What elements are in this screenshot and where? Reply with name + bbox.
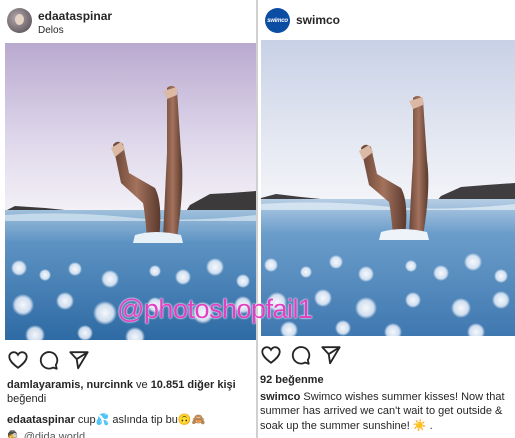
liked-by-users[interactable]: damlayaramis, nurcinnk bbox=[7, 379, 133, 391]
caption-line: summer has arrived we can't wait to get … bbox=[260, 405, 503, 417]
comment-icon[interactable] bbox=[289, 344, 311, 366]
location[interactable]: Delos bbox=[38, 25, 64, 36]
likes-summary: damlayaramis, nurcinnk ve 10.851 diğer k… bbox=[7, 379, 236, 391]
username[interactable]: edaataspinar bbox=[38, 9, 112, 23]
watermark: @photoshopfail1 bbox=[117, 294, 313, 324]
likes-suffix: beğendi bbox=[7, 393, 47, 405]
share-icon[interactable] bbox=[320, 344, 342, 366]
likes-count[interactable]: 92 beğenme bbox=[260, 374, 324, 386]
likes-count[interactable]: 10.851 diğer kişi bbox=[151, 379, 236, 391]
caption-text: cup💦 aslında tip bu🙃🙈 bbox=[74, 414, 206, 426]
caption-username[interactable]: swimco bbox=[260, 391, 300, 403]
avatar-logo-text: swimco bbox=[267, 17, 288, 24]
caption-line: swimco Swimco wishes summer kisses! Now … bbox=[260, 391, 505, 403]
comment-icon[interactable] bbox=[37, 349, 59, 371]
avatar[interactable] bbox=[7, 8, 32, 33]
username[interactable]: swimco bbox=[296, 13, 340, 27]
caption: edaataspinar cup💦 aslında tip bu🙃🙈 bbox=[7, 413, 205, 426]
avatar[interactable]: swimco bbox=[265, 8, 290, 33]
likes-joiner: ve bbox=[132, 379, 151, 391]
caption-text: Swimco wishes summer kisses! Now that bbox=[300, 391, 505, 403]
heart-icon[interactable] bbox=[7, 349, 29, 371]
comment-preview[interactable]: 🕵 @dida.world bbox=[7, 430, 85, 438]
heart-icon[interactable] bbox=[260, 344, 282, 366]
post-photo[interactable] bbox=[261, 40, 515, 336]
instagram-post-left: edaataspinar Delos damlayaramis, nurcinn… bbox=[0, 0, 258, 438]
post-header: swimco swimco bbox=[258, 0, 515, 44]
share-icon[interactable] bbox=[68, 349, 90, 371]
caption-line: soak up the summer sunshine! ☀️ . bbox=[260, 420, 433, 432]
instagram-post-right: swimco swimco 92 beğenme swimco Swimco w… bbox=[258, 0, 515, 438]
caption-username[interactable]: edaataspinar bbox=[7, 414, 75, 426]
post-header: edaataspinar Delos bbox=[0, 0, 256, 44]
